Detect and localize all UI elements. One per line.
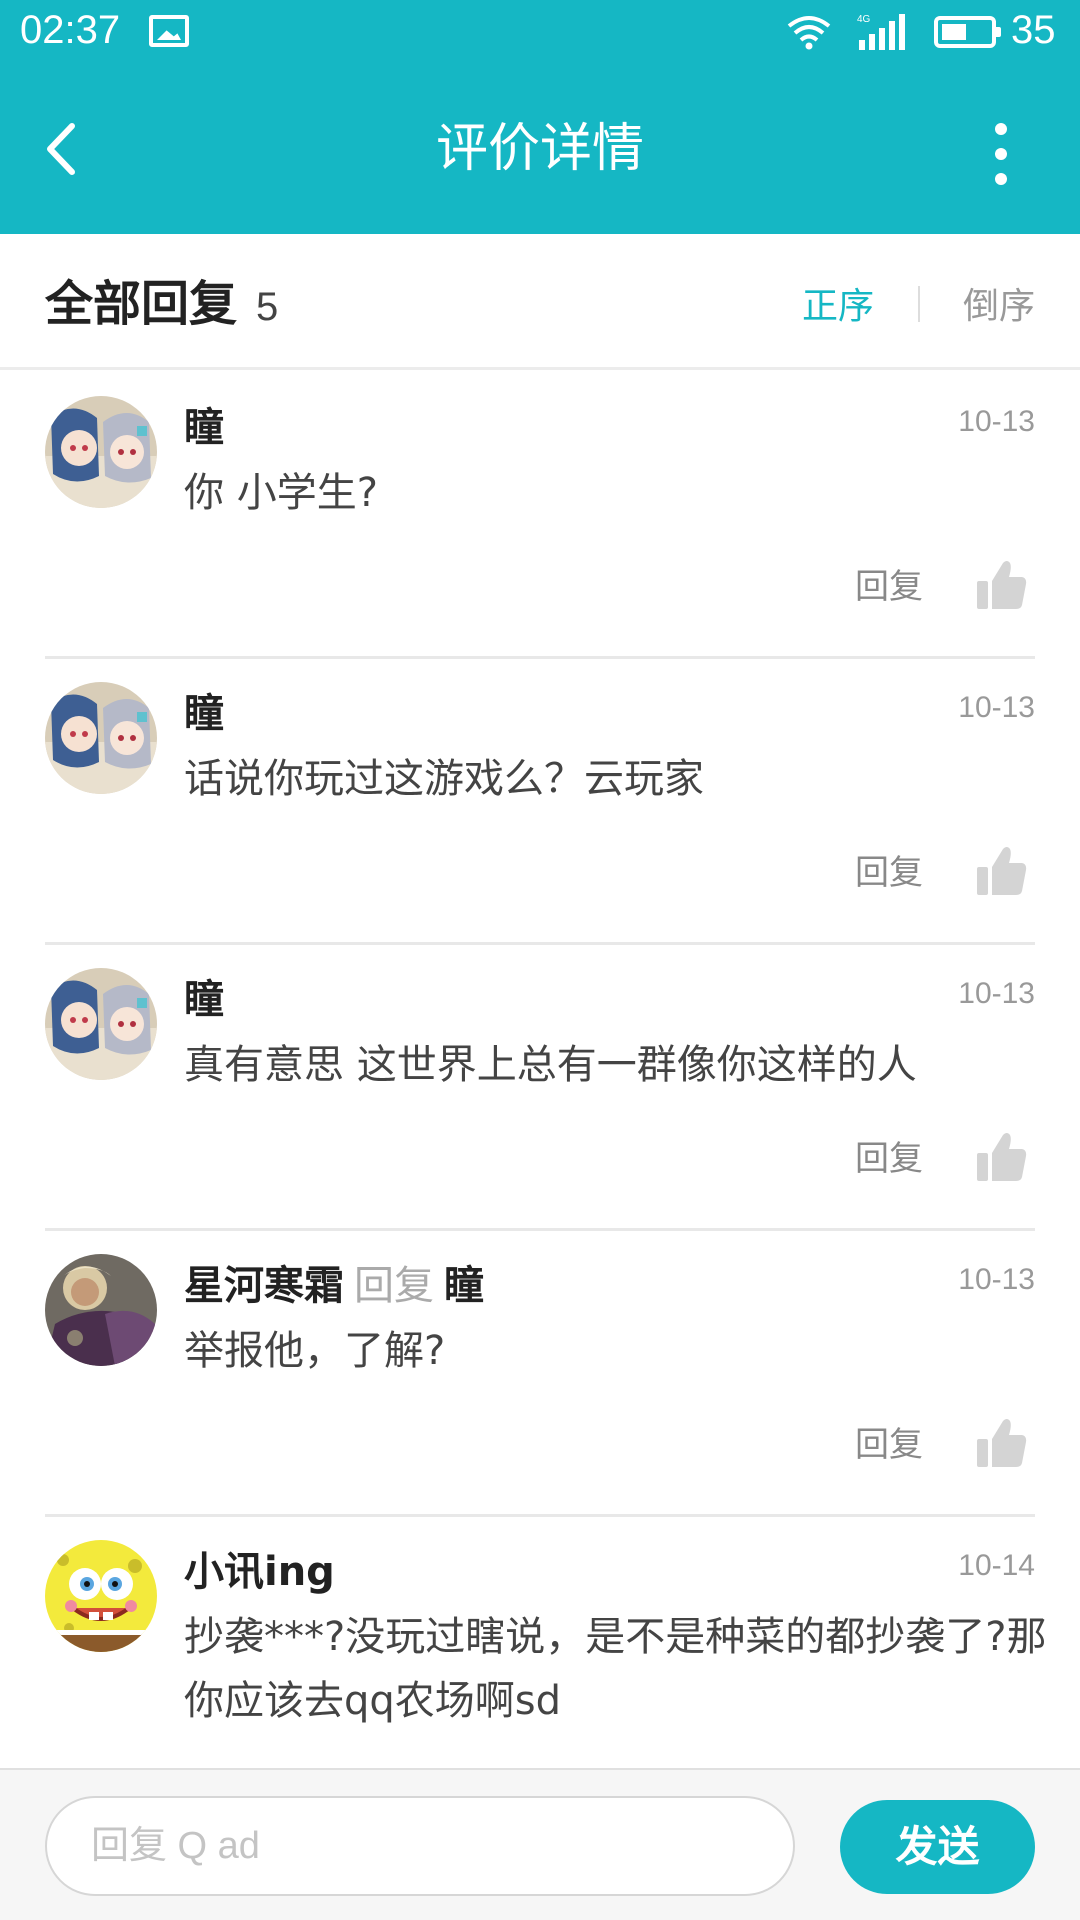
comment-header: 瞳 [184, 400, 224, 456]
author-name[interactable]: 星河寒霜 [184, 1263, 344, 1309]
battery-percent: 35 [1011, 8, 1056, 52]
reply-to-label: 回复 [354, 1263, 434, 1309]
comment-item: 瞳 10-13 话说你玩过这游戏么？云玩家 回复 [45, 659, 1035, 945]
page-title: 评价详情 [435, 119, 644, 179]
comment-date: 10-13 [958, 977, 1035, 1010]
sort-descending-tab[interactable]: 倒序 [963, 282, 1035, 332]
wifi-icon [787, 16, 831, 50]
app-header: 评价详情 [0, 64, 1080, 234]
comment-item: 瞳 10-13 真有意思 这世界上总有一群像你这样的人 回复 [45, 945, 1035, 1231]
reply-button[interactable]: 回复 [855, 563, 923, 611]
thumbs-up-icon[interactable] [977, 559, 1027, 611]
comment-text: 举报他，了解? [184, 1328, 446, 1374]
comment-date: 10-13 [958, 691, 1035, 724]
cellular-signal-icon: 4G [857, 14, 905, 50]
user-avatar[interactable] [45, 396, 157, 508]
comment-date: 10-14 [958, 1549, 1035, 1582]
more-options-icon[interactable] [980, 119, 1020, 189]
status-bar: 02:37 4G 35 [0, 0, 1080, 64]
comment-header: 星河寒霜 回复瞳 [184, 1258, 484, 1314]
comment-header: 小讯ing [184, 1544, 335, 1600]
user-avatar[interactable] [45, 1254, 157, 1366]
thumbs-up-icon[interactable] [977, 1417, 1027, 1469]
gallery-notification-icon [149, 15, 189, 47]
author-name[interactable]: 瞳 [184, 405, 224, 451]
author-name[interactable]: 瞳 [184, 691, 224, 737]
comment-date: 10-13 [958, 405, 1035, 438]
send-button[interactable]: 发送 [840, 1800, 1035, 1894]
sort-bar: 全部回复 5 正序 倒序 [0, 234, 1080, 370]
network-type-label: 4G [857, 14, 871, 25]
comment-list: 瞳 10-13 你 小学生? 回复 瞳 10-13 话说你玩过这游戏么？云玩家 … [0, 373, 1080, 1917]
comment-header: 瞳 [184, 686, 224, 742]
user-avatar[interactable] [45, 682, 157, 794]
user-avatar[interactable] [45, 968, 157, 1080]
battery-icon [934, 16, 1001, 48]
comment-header: 瞳 [184, 972, 224, 1028]
reply-button[interactable]: 回复 [855, 849, 923, 897]
thumbs-up-icon[interactable] [977, 845, 1027, 897]
reply-count: 5 [256, 285, 279, 329]
comment-text: 真有意思 这世界上总有一群像你这样的人 [184, 1042, 917, 1088]
reply-to-name[interactable]: 瞳 [444, 1263, 484, 1309]
sort-divider [918, 286, 920, 322]
comment-text: 你 小学生? [184, 470, 378, 516]
status-time: 02:37 [20, 8, 121, 52]
reply-input-bar: 发送 [0, 1768, 1080, 1920]
reply-button[interactable]: 回复 [855, 1135, 923, 1183]
comment-text: 话说你玩过这游戏么？云玩家 [184, 756, 704, 802]
comment-date: 10-13 [958, 1263, 1035, 1296]
comment-item: 瞳 10-13 你 小学生? 回复 [45, 373, 1035, 659]
comment-item: 星河寒霜 回复瞳 10-13 举报他，了解? 回复 [45, 1231, 1035, 1517]
reply-input[interactable] [45, 1796, 795, 1896]
comment-text: 抄袭***?没玩过瞎说，是不是种菜的都抄袭了?那你应该去qq农场啊sd [184, 1614, 1047, 1724]
reply-button[interactable]: 回复 [855, 1421, 923, 1469]
author-name[interactable]: 小讯ing [184, 1549, 335, 1595]
author-name[interactable]: 瞳 [184, 977, 224, 1023]
thumbs-up-icon[interactable] [977, 1131, 1027, 1183]
sort-ascending-tab[interactable]: 正序 [802, 282, 874, 332]
all-replies-heading: 全部回复 [45, 276, 238, 332]
user-avatar[interactable] [45, 1540, 157, 1652]
